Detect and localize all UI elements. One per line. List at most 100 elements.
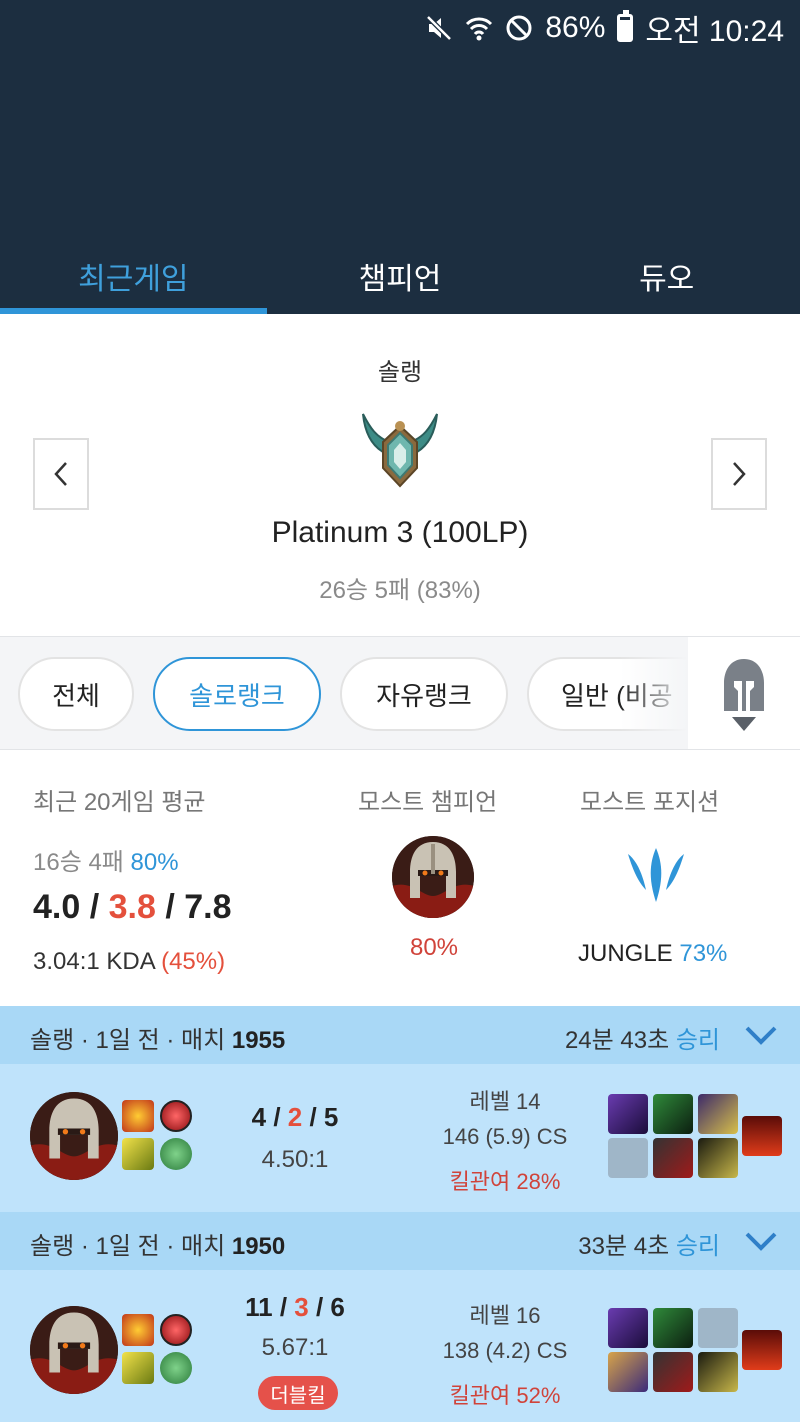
average-deaths: 3.8 [108, 888, 156, 926]
match-duration: 24분 43초 [564, 1027, 670, 1054]
match-queue: 솔랭 [30, 1027, 75, 1054]
jungle-position-icon [628, 848, 684, 902]
battery-icon [617, 10, 634, 42]
average-assists: 7.8 [184, 888, 232, 926]
champion-portrait-icon [30, 1092, 118, 1180]
match-time-ago: 1일 전 [95, 1027, 160, 1054]
filter-fade [620, 637, 688, 749]
match-assists: 6 [330, 1292, 345, 1322]
match-kill-participation: 킬관여 28% [449, 1169, 561, 1194]
kda-ratio: 3.04:1 KDA (45%) [33, 948, 225, 976]
match-time-ago: 1일 전 [95, 1233, 160, 1260]
battery-percent: 86% [545, 11, 606, 44]
match-header[interactable]: 솔랭 · 1일 전 · 매치 1955 24분 43초 승리 [0, 1006, 800, 1064]
match-deaths: 2 [287, 1102, 303, 1132]
recent-win-loss: 16승 4패 [33, 849, 124, 876]
item-icon [608, 1352, 648, 1392]
trinket-icon [742, 1116, 782, 1156]
most-champion-avatar[interactable] [392, 836, 474, 918]
platinum-emblem-icon [362, 413, 438, 488]
kda-ratio-value: 3.04:1 KDA [33, 948, 155, 975]
match-ratio: 5.67:1 [261, 1334, 329, 1361]
item-icon [653, 1094, 693, 1134]
multikill-badge: 더블킬 [258, 1376, 338, 1410]
chevron-left-icon [54, 462, 67, 486]
match-meta: 솔랭 · 1일 전 · 매치 1950 [30, 1233, 286, 1260]
recent-average-title: 최근 20게임 평균 [33, 789, 206, 816]
match-kda: 11 / 3 / 6 [245, 1292, 345, 1322]
flash-spell-icon [122, 1138, 154, 1170]
match-queue: 솔랭 [30, 1233, 75, 1260]
chevron-right-icon [733, 462, 746, 486]
chevron-down-icon[interactable] [744, 1230, 778, 1252]
average-kills: 4.0 [33, 888, 81, 926]
match-kill-participation: 킬관여 52% [449, 1383, 561, 1408]
item-icon [653, 1352, 693, 1392]
resolve-rune-icon [160, 1138, 192, 1170]
resolve-rune-icon [160, 1352, 192, 1384]
ignite-spell-icon [122, 1314, 154, 1346]
average-kda: 4.0 / 3.8 / 7.8 [33, 888, 232, 926]
kill-participation: (45%) [161, 948, 226, 975]
position-name: JUNGLE [578, 940, 673, 967]
queue-title: 솔랭 [377, 359, 423, 386]
recent-winrate: 80% [130, 849, 179, 876]
item-icon [653, 1308, 693, 1348]
empty-item-slot [608, 1138, 648, 1178]
filter-solo-rank[interactable]: 솔로랭크 [153, 657, 321, 731]
item-icon [608, 1308, 648, 1348]
wifi-icon [466, 17, 493, 41]
dropdown-arrow-icon [732, 717, 756, 731]
match-detail[interactable]: 11 / 3 / 6 5.67:1 더블킬 레벨 16 138 (4.2) CS… [0, 1270, 800, 1422]
previous-queue-button[interactable] [33, 438, 89, 510]
match-kills: 4 [251, 1102, 267, 1132]
empty-item-slot [698, 1308, 738, 1348]
match-result-line: 24분 43초 승리 [565, 1020, 720, 1055]
main-tabs: 최근게임 챔피언 듀오 [0, 236, 800, 314]
queue-filter-bar: 전체 솔로랭크 자유랭크 일반 (비공 [0, 636, 800, 750]
champion-portrait-icon [30, 1306, 118, 1394]
match-detail[interactable]: 4 / 2 / 5 4.50:1 레벨 14 146 (5.9) CS 킬관여 … [0, 1064, 800, 1212]
match-label: 매치 [181, 1233, 226, 1260]
match-assists: 5 [323, 1102, 339, 1132]
tab-champions[interactable]: 챔피언 [267, 236, 534, 314]
tab-recent-games[interactable]: 최근게임 [0, 236, 267, 314]
champion-filter-button[interactable] [688, 637, 800, 749]
position-rate: 73% [679, 940, 728, 967]
trinket-icon [742, 1330, 782, 1370]
electrocute-rune-icon [160, 1100, 192, 1132]
item-icon [653, 1138, 693, 1178]
match-result-line: 33분 4초 승리 [578, 1226, 720, 1261]
most-champion-rate: 80% [409, 934, 459, 961]
match-duration: 33분 4초 [578, 1233, 670, 1260]
electrocute-rune-icon [160, 1314, 192, 1346]
filter-all[interactable]: 전체 [18, 657, 134, 731]
tab-duo[interactable]: 듀오 [533, 236, 800, 314]
match-header[interactable]: 솔랭 · 1일 전 · 매치 1950 33분 4초 승리 [0, 1212, 800, 1270]
next-queue-button[interactable] [711, 438, 767, 510]
match-champion-avatar [30, 1306, 118, 1394]
recent-record: 16승 4패 80% [33, 842, 179, 877]
match-number: 1950 [231, 1233, 286, 1260]
flash-spell-icon [122, 1352, 154, 1384]
match-label: 매치 [181, 1027, 226, 1054]
rank-card: 솔랭 Platinum 3 (100LP) 26승 5패 (83%) [0, 314, 800, 636]
match-cs: 146 (5.9) CS [442, 1124, 568, 1149]
season-record: 26승 5패 (83%) [319, 577, 481, 604]
tier-text: Platinum 3 (100LP) [271, 516, 529, 549]
match-level: 레벨 16 [469, 1303, 541, 1328]
match-result: 승리 [675, 1233, 720, 1260]
clock: 오전 10:24 [645, 15, 784, 48]
match-number: 1955 [231, 1027, 286, 1054]
chevron-down-icon[interactable] [744, 1024, 778, 1046]
most-position-label: JUNGLE 73% [578, 940, 727, 968]
do-not-disturb-icon [506, 15, 532, 41]
match-ratio: 4.50:1 [261, 1146, 329, 1173]
match-level: 레벨 14 [469, 1089, 541, 1114]
match-deaths: 3 [294, 1292, 309, 1322]
ignite-spell-icon [122, 1100, 154, 1132]
filter-flex-rank[interactable]: 자유랭크 [340, 657, 508, 731]
mute-icon [426, 15, 453, 41]
most-position-title: 모스트 포지션 [580, 789, 720, 816]
match-result: 승리 [675, 1027, 720, 1054]
